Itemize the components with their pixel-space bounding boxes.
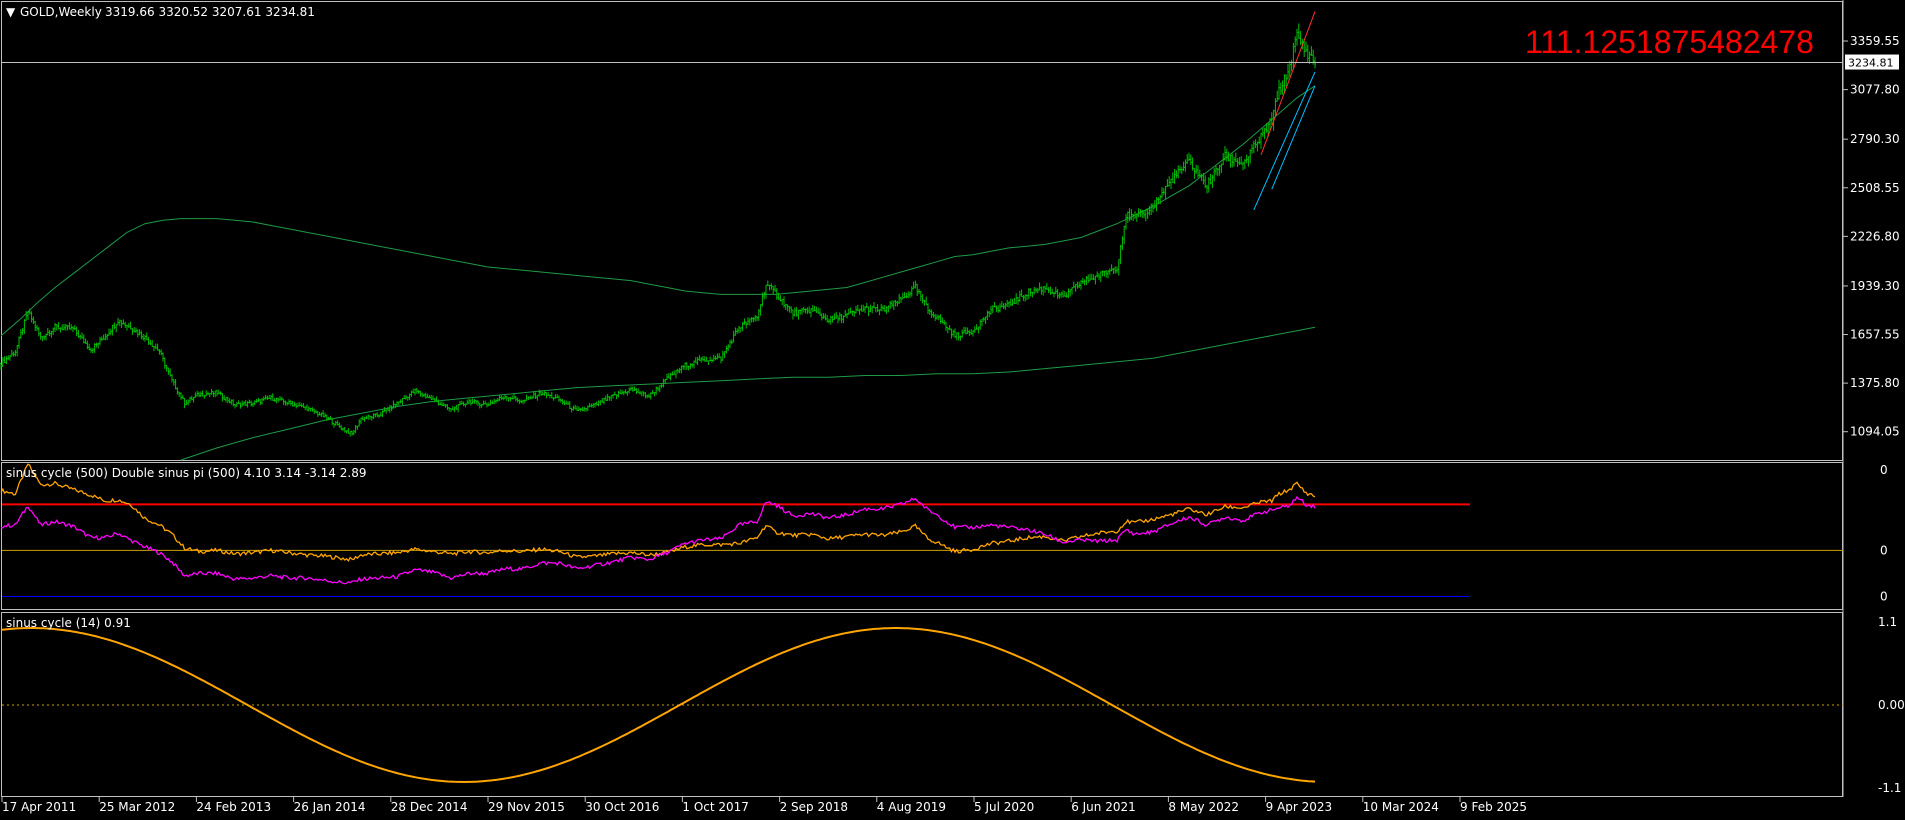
ma-lower-line [180, 326, 1316, 461]
indicator2-lines [0, 627, 1843, 784]
price-tick-label: 1657.55 [1850, 328, 1900, 342]
indicator1-tick-label: 0 [1880, 589, 1888, 603]
time-tick-label: 4 Aug 2019 [877, 800, 946, 814]
main-candles [0, 23, 1316, 437]
time-tick-label: 6 Jun 2021 [1071, 800, 1136, 814]
time-axis: 17 Apr 2011 25 Mar 2012 24 Feb 2013 26 Jan … [1, 797, 1527, 814]
main-price-axis: 3234.81 3359.55 3077.80 2790.30 2508.55 2226.… [2, 34, 1900, 439]
collapse-arrow-icon[interactable]: ▼ [6, 5, 16, 19]
indicator2-title: sinus cycle (14) 0.91 [6, 616, 131, 630]
time-tick-label: 26 Jan 2014 [294, 800, 366, 814]
big-value-label: 111.1251875482478 [1525, 24, 1814, 60]
indicator2-tick-label: 0.00 [1878, 698, 1905, 712]
main-panel-frame [1, 1, 1843, 461]
price-tick-label: 2508.55 [1850, 181, 1900, 195]
price-tick-label: 3077.80 [1850, 83, 1900, 97]
time-tick-label: 1 Oct 2017 [682, 800, 749, 814]
indicator1-axis: 0 0 0 [1880, 463, 1888, 604]
magenta-series-line [0, 495, 1316, 585]
price-tick-label: 2226.80 [1850, 229, 1900, 243]
price-tick-label: 3359.55 [1850, 34, 1900, 48]
time-tick-label: 2 Sep 2018 [780, 800, 848, 814]
current-price-label: 3234.81 [1848, 57, 1894, 70]
time-tick-label: 17 Apr 2011 [2, 800, 76, 814]
time-tick-label: 5 Jul 2020 [974, 800, 1034, 814]
time-tick-label: 9 Apr 2023 [1266, 800, 1333, 814]
symbol-label: GOLD,Weekly [20, 5, 102, 19]
indicator1-tick-label: 0 [1880, 463, 1888, 477]
trend-channel-lines [1253, 11, 1316, 211]
price-tick-label: 2790.30 [1850, 132, 1900, 146]
time-tick-label: 9 Feb 2025 [1460, 800, 1527, 814]
time-tick-label: 8 May 2022 [1168, 800, 1239, 814]
ohlc-label: 3319.66 3320.52 3207.61 3234.81 [105, 5, 315, 19]
time-tick-label: 25 Mar 2012 [99, 800, 175, 814]
main-ma-lines [0, 85, 1316, 461]
indicator1-title: sinus cycle (500) Double sinus pi (500) … [6, 466, 366, 480]
time-tick-label: 29 Nov 2015 [488, 800, 565, 814]
time-tick-label: 28 Dec 2014 [391, 800, 468, 814]
price-tick-label: 1094.05 [1850, 425, 1900, 439]
indicator1-panel-frame [1, 462, 1843, 610]
indicator2-tick-label: -1.1 [1878, 781, 1901, 795]
price-tick-label: 1375.80 [1850, 376, 1900, 390]
chart-root: 3234.81 3359.55 3077.80 2790.30 2508.55 2226.… [0, 0, 1905, 814]
indicator1-tick-label: 0 [1880, 543, 1888, 557]
indicator1-lines [0, 463, 1843, 597]
indicator2-tick-label: 1.1 [1878, 615, 1897, 629]
time-tick-label: 24 Feb 2013 [196, 800, 271, 814]
ma-upper-line [0, 85, 1316, 337]
indicator2-axis: 1.1 0.00 -1.1 [1878, 615, 1905, 795]
time-tick-label: 30 Oct 2016 [585, 800, 659, 814]
time-tick-label: 10 Mar 2024 [1363, 800, 1439, 814]
price-tick-label: 1939.30 [1850, 279, 1900, 293]
